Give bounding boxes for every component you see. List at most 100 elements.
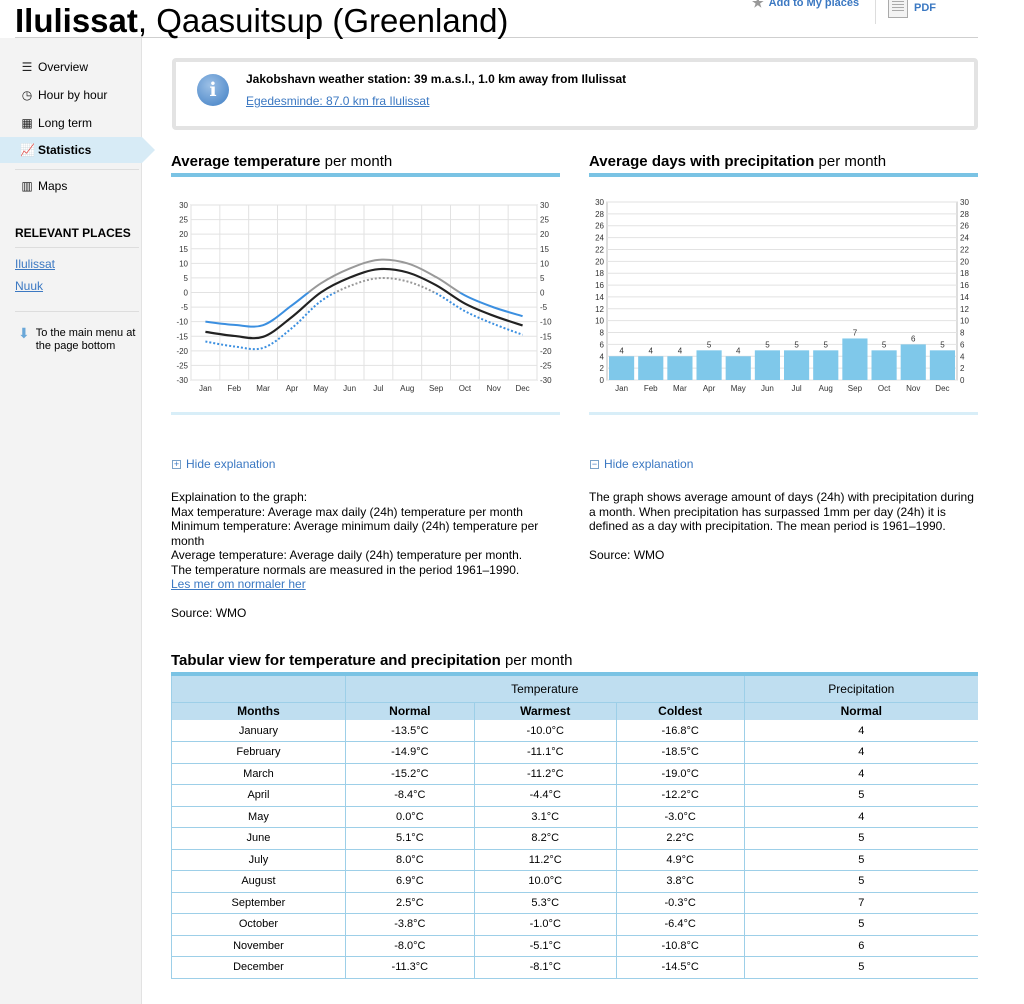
table-cell: March xyxy=(171,763,346,785)
y-tick-label: -15 xyxy=(176,332,188,341)
table-cell: -8.0°C xyxy=(344,935,475,957)
x-tick-label: Apr xyxy=(286,384,299,393)
y-tick-label: 5 xyxy=(184,274,189,283)
table-cell: 5 xyxy=(743,956,978,979)
y-tick-label: -30 xyxy=(176,376,188,385)
table-row: April -8.4°C -4.4°C -12.2°C 5 xyxy=(171,784,978,807)
table-cell: -8.1°C xyxy=(473,956,617,979)
table-cell: -10.0°C xyxy=(473,720,617,742)
temperature-heading-bold: Average temperature xyxy=(171,153,321,170)
table-row: May 0.0°C 3.1°C -3.0°C 4 xyxy=(171,806,978,828)
bar xyxy=(725,356,751,380)
table-cell: 5 xyxy=(743,913,978,936)
clock-icon: ◷ xyxy=(21,88,33,102)
calendar-icon: ▦ xyxy=(21,116,33,130)
bar xyxy=(638,356,664,380)
y-tick-label: -10 xyxy=(176,318,188,327)
data-label: 5 xyxy=(765,340,770,349)
x-tick-label: Nov xyxy=(906,384,920,393)
y-tick-label: -20 xyxy=(176,347,188,356)
page-title-place: Ilulissat xyxy=(15,2,138,39)
table-cell: April xyxy=(171,784,346,807)
table-cell: -3.8°C xyxy=(344,913,475,936)
x-tick-label: Jan xyxy=(615,384,628,393)
data-label: 5 xyxy=(940,340,945,349)
precipitation-heading: Average days with precipitation per mont… xyxy=(589,153,886,170)
table-cell: 5 xyxy=(743,870,978,893)
table-cell: 4 xyxy=(743,720,978,742)
chart-bottom-rule xyxy=(171,412,560,415)
y-tick-label: 20 xyxy=(960,257,969,266)
station-name: Jakobshavn weather station: 39 m.a.s.l.,… xyxy=(246,72,627,86)
y-tick-label: -5 xyxy=(540,303,548,312)
y-tick-label: 0 xyxy=(184,289,189,298)
bar xyxy=(900,344,926,380)
table-cell: -10.8°C xyxy=(615,935,745,957)
table-row: December -11.3°C -8.1°C -14.5°C 5 xyxy=(171,956,978,979)
read-more-normals-link[interactable]: Les mer om normaler her xyxy=(171,577,561,592)
table-cell: -5.1°C xyxy=(473,935,617,957)
bar xyxy=(754,350,780,380)
table-group-header-precipitation: Precipitation xyxy=(743,672,978,702)
chart-bottom-rule xyxy=(589,412,978,415)
table-cell: -4.4°C xyxy=(473,784,617,807)
x-tick-label: Nov xyxy=(487,384,501,393)
sidebar-item-statistics[interactable]: 📈 Statistics xyxy=(0,137,155,163)
y-tick-label: 30 xyxy=(179,201,188,210)
add-to-my-places-link[interactable]: ★ Add to My places xyxy=(752,0,859,11)
table-cell: June xyxy=(171,827,346,850)
table-cell: -15.2°C xyxy=(344,763,475,785)
x-tick-label: May xyxy=(313,384,328,393)
sidebar-item-long-term[interactable]: ▦ Long term xyxy=(0,111,142,135)
sidebar-item-hour-by-hour[interactable]: ◷ Hour by hour xyxy=(0,83,142,107)
temperature-source: Source: WMO xyxy=(171,605,247,620)
table-row: November -8.0°C -5.1°C -10.8°C 6 xyxy=(171,935,978,957)
table-row: October -3.8°C -1.0°C -6.4°C 5 xyxy=(171,913,978,936)
sidebar-item-maps[interactable]: ▥ Maps xyxy=(0,174,142,198)
column-header: Warmest xyxy=(473,701,617,720)
y-tick-label: 8 xyxy=(600,329,605,338)
alternative-station-link[interactable]: Egedesminde: 87.0 km fra Ilulissat xyxy=(246,94,429,108)
header-divider xyxy=(875,0,876,24)
precipitation-source: Source: WMO xyxy=(589,547,665,562)
y-tick-label: 30 xyxy=(595,198,604,207)
table-cell: -1.0°C xyxy=(473,913,617,936)
main-menu-link[interactable]: ⬇ To the main menu at the page bottom xyxy=(18,326,136,353)
data-label: 7 xyxy=(853,328,858,337)
table-cell: 11.2°C xyxy=(473,849,617,871)
relevant-place-link[interactable]: Nuuk xyxy=(15,279,43,293)
sidebar: ☰ Overview ◷ Hour by hour ▦ Long term 📈 … xyxy=(0,38,155,1004)
forecast-pdf-link[interactable]: Forecast as PDF xyxy=(888,0,984,18)
y-tick-label: -15 xyxy=(540,332,552,341)
y-tick-label: 22 xyxy=(595,245,604,254)
table-cell: 6 xyxy=(743,935,978,957)
explanation-line: Explaination to the graph: xyxy=(171,490,308,504)
table-cell: -14.5°C xyxy=(615,956,745,979)
table-row: March -15.2°C -11.2°C -19.0°C 4 xyxy=(171,763,978,785)
y-tick-label: -25 xyxy=(540,361,552,370)
x-tick-label: Feb xyxy=(227,384,241,393)
relevant-place-link[interactable]: Ilulissat xyxy=(15,257,55,271)
star-icon: ★ xyxy=(752,0,764,10)
explanation-paragraph: The graph shows average amount of days (… xyxy=(589,490,974,533)
bar xyxy=(871,350,897,380)
precipitation-explanation: The graph shows average amount of days (… xyxy=(589,490,979,562)
table-cell: July xyxy=(171,849,346,871)
hide-explanation-toggle[interactable]: + Hide explanation xyxy=(172,457,275,471)
bar xyxy=(784,350,810,380)
y-tick-label: 16 xyxy=(960,281,969,290)
hide-explanation-toggle[interactable]: − Hide explanation xyxy=(590,457,693,471)
y-tick-label: 20 xyxy=(540,230,549,239)
bar xyxy=(813,350,839,380)
table-row: January -13.5°C -10.0°C -16.8°C 4 xyxy=(171,720,978,742)
bar xyxy=(609,356,635,380)
column-header: Normal xyxy=(344,701,475,720)
relevant-places-heading: RELEVANT PLACES xyxy=(15,226,131,240)
column-header: Months xyxy=(171,701,346,720)
table-cell: -8.4°C xyxy=(344,784,475,807)
table-cell: 6.9°C xyxy=(344,870,475,893)
table-cell: December xyxy=(171,956,346,979)
sidebar-item-overview[interactable]: ☰ Overview xyxy=(0,55,142,79)
table-cell: 4 xyxy=(743,763,978,785)
table-cell: 0.0°C xyxy=(344,806,475,828)
